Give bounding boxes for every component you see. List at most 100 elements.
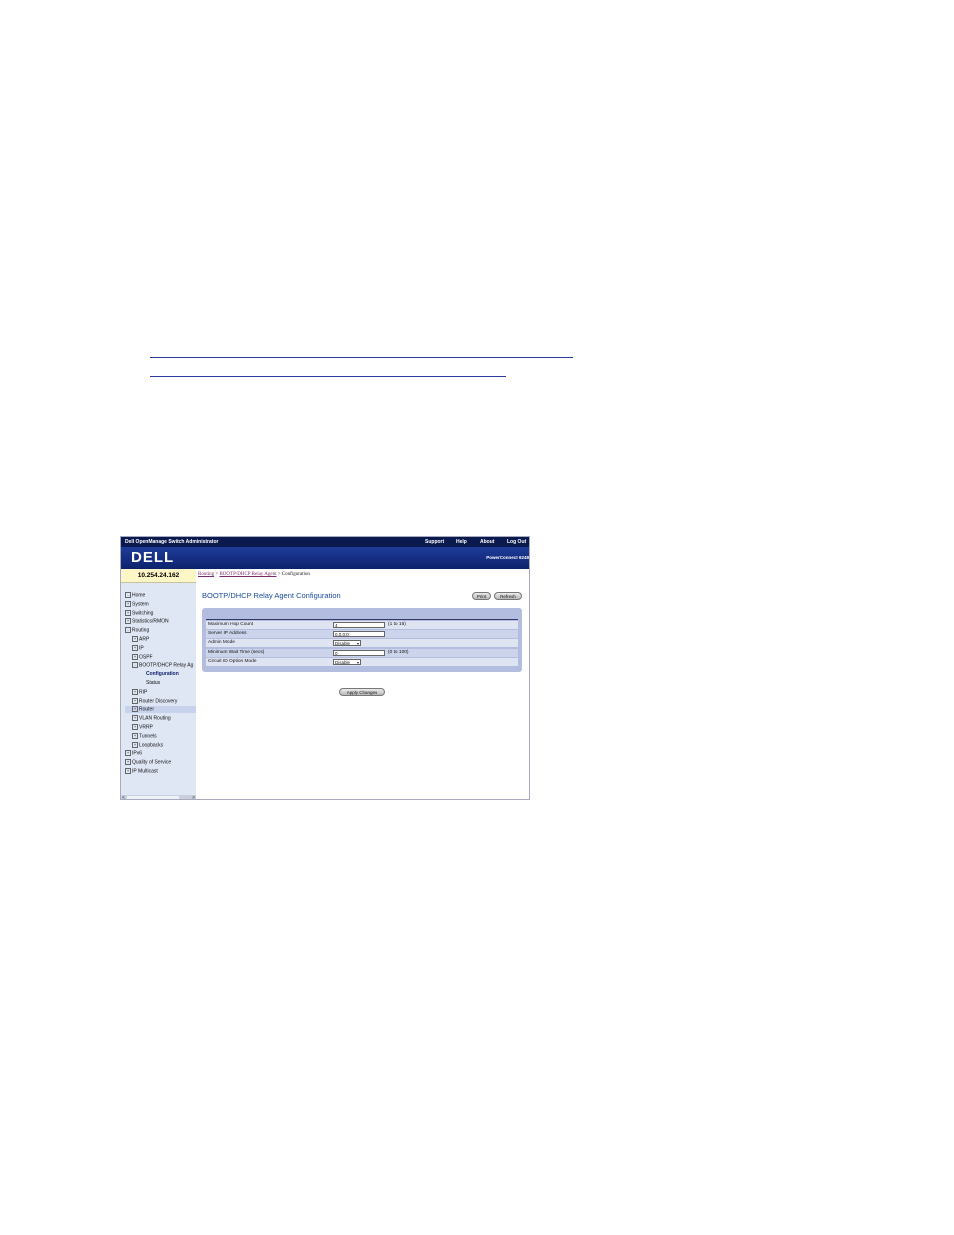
breadcrumb-routing-link[interactable]: Routing — [198, 572, 214, 577]
sidebar-item-loopbacks[interactable]: + Loopbacks — [132, 741, 164, 748]
sidebar-item-label: Quality of Service — [132, 759, 172, 766]
sidebar-item-tunnels[interactable]: + Tunnels — [132, 732, 157, 739]
mode-select[interactable]: Disable ▾ — [333, 658, 361, 666]
sidebar-item-bootp-dhcp-relay-ag[interactable]: - BOOTP/DHCP Relay Ag — [132, 662, 194, 669]
field-value: Disable — [335, 659, 351, 665]
value-input[interactable]: 0 — [333, 649, 385, 656]
form-row: Server IP Address 0.0.0.0 — [206, 630, 518, 639]
breadcrumb-current: Configuration — [281, 572, 310, 577]
sidebar-item-ipv6[interactable]: + IPv6 — [125, 750, 143, 757]
sidebar-item-label: VRRP — [139, 724, 153, 731]
collapse-icon[interactable]: - — [125, 592, 131, 598]
support-link[interactable]: Support — [425, 537, 444, 547]
sidebar-item-ip[interactable]: + IP — [132, 644, 144, 652]
field-value: Disable — [335, 641, 351, 647]
expand-icon[interactable]: + — [125, 768, 131, 774]
sidebar-item-switching[interactable]: + Switching — [125, 609, 154, 616]
sidebar-item-label: IPv6 — [132, 750, 143, 757]
expand-icon[interactable]: + — [132, 741, 138, 748]
expand-icon[interactable]: + — [125, 750, 131, 757]
sidebar-item-router-discovery[interactable]: + Router Discovery — [132, 697, 177, 704]
document-link-1[interactable] — [150, 346, 573, 358]
sidebar-item-routing[interactable]: - Routing — [125, 627, 150, 634]
sidebar-item-vlan-routing[interactable]: + VLAN Routing — [132, 715, 171, 722]
sidebar-item-router[interactable]: + Router — [132, 706, 155, 713]
field-label: Maximum Hop Count — [208, 622, 254, 627]
breadcrumb-relay-link[interactable]: BOOTP/DHCP Relay Agent — [219, 572, 276, 577]
sidebar-item-rip[interactable]: + RIP — [132, 688, 148, 696]
sidebar-item-label: IP — [139, 645, 144, 652]
sidebar-item-home[interactable]: - Home — [125, 592, 145, 598]
brand-bar: DELL PowerConnect 6248 — [121, 547, 529, 569]
collapse-icon[interactable]: - — [125, 627, 131, 634]
field-label: Minimum Wait Time (secs) — [208, 649, 265, 655]
sidebar-item-label: Switching — [132, 609, 154, 616]
field-value: 0 — [335, 650, 338, 656]
dell-logo: DELL — [131, 549, 175, 566]
value-input[interactable]: 4 — [333, 622, 385, 628]
logout-link[interactable]: Log Out — [507, 537, 526, 547]
expand-icon[interactable]: + — [132, 688, 138, 695]
sidebar-item-label: VLAN Routing — [139, 715, 171, 722]
mode-select[interactable]: Disable ▾ — [333, 640, 361, 647]
expand-icon[interactable]: + — [125, 609, 131, 616]
field-value: 0.0.0.0 — [335, 632, 349, 638]
page-title: BOOTP/DHCP Relay Agent Configuration — [202, 591, 341, 600]
scroll-left-icon[interactable]: < — [122, 795, 125, 799]
expand-icon[interactable]: + — [132, 715, 138, 722]
expand-icon[interactable]: + — [125, 618, 131, 625]
expand-icon[interactable]: + — [132, 636, 138, 642]
form-row: Admin Mode Disable ▾ — [206, 639, 518, 648]
sidebar-item-label: BOOTP/DHCP Relay Ag — [139, 662, 194, 669]
sidebar-item-quality-of-service[interactable]: + Quality of Service — [125, 759, 172, 766]
sidebar-item-statistics-rmon[interactable]: + Statistics/RMON — [125, 618, 169, 625]
help-link[interactable]: Help — [456, 537, 467, 547]
value-input[interactable]: 0.0.0.0 — [333, 631, 385, 638]
sidebar-item-label: Routing — [132, 627, 150, 634]
expand-icon[interactable]: + — [132, 732, 138, 739]
about-link[interactable]: About — [480, 537, 494, 547]
sidebar-item-vrrp[interactable]: + VRRP — [132, 724, 153, 730]
expand-icon[interactable]: + — [132, 697, 138, 704]
scroll-thumb[interactable] — [127, 796, 179, 799]
expand-icon[interactable]: + — [125, 759, 131, 766]
expand-icon[interactable]: + — [132, 724, 138, 730]
sidebar-item-system[interactable]: + System — [125, 600, 149, 607]
sidebar-item-label: OSPF — [139, 653, 153, 660]
sidebar-item-ospf[interactable]: + OSPF — [132, 653, 153, 660]
scroll-right-icon[interactable]: > — [192, 795, 195, 799]
sidebar-item-label: RIP — [139, 689, 148, 696]
sidebar-item-label: Loopbacks — [139, 741, 164, 748]
product-name: PowerConnect 6248 — [486, 555, 529, 560]
chevron-down-icon[interactable]: ▾ — [357, 660, 359, 666]
sidebar-item-label: Home — [132, 592, 146, 599]
sidebar-scrollbar[interactable]: < > — [121, 795, 196, 799]
field-label: Server IP Address — [208, 631, 247, 637]
field-label: Circuit ID Option Mode — [208, 658, 257, 664]
breadcrumb: Routing > BOOTP/DHCP Relay Agent > Confi… — [198, 572, 310, 577]
sidebar-item-label: Configuration — [146, 671, 179, 678]
sidebar-item-label: Router — [139, 706, 155, 713]
form-row: Circuit ID Option Mode Disable ▾ — [206, 657, 518, 666]
expand-icon[interactable]: + — [132, 653, 138, 660]
sidebar-item-arp[interactable]: + ARP — [132, 636, 149, 642]
form-row: Minimum Wait Time (secs) 0 (0 to 100) — [206, 648, 518, 657]
refresh-button[interactable]: Refresh — [494, 592, 522, 600]
panel-divider — [206, 619, 518, 620]
sidebar-item-label: Statistics/RMON — [132, 618, 169, 625]
document-link-2[interactable] — [150, 365, 506, 377]
sidebar-item-status[interactable]: Status — [146, 680, 160, 686]
apply-changes-button[interactable]: Apply Changes — [339, 688, 385, 696]
field-label: Admin Mode — [208, 640, 235, 646]
expand-icon[interactable]: + — [132, 706, 138, 713]
sidebar-item-label: IP Multicast — [132, 768, 158, 775]
sidebar-item-configuration[interactable]: Configuration — [146, 671, 179, 677]
ip-address-box: 10.254.24.162 — [121, 569, 196, 583]
collapse-icon[interactable]: - — [132, 662, 138, 669]
expand-icon[interactable]: + — [132, 644, 138, 651]
chevron-down-icon[interactable]: ▾ — [357, 641, 359, 647]
field-value: 4 — [335, 623, 338, 628]
sidebar-item-ip-multicast[interactable]: + IP Multicast — [125, 768, 158, 774]
expand-icon[interactable]: + — [125, 600, 131, 607]
print-button[interactable]: Print — [472, 592, 491, 600]
